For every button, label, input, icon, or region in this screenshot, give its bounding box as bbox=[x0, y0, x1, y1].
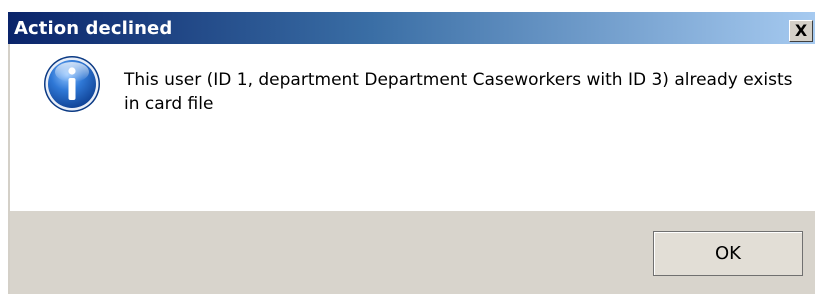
message-text: This user (ID 1, department Department C… bbox=[124, 70, 793, 114]
window-top-edge bbox=[0, 0, 815, 12]
message-dialog: Action declined X This user (ID 1, depar… bbox=[0, 0, 815, 294]
title-bar[interactable]: Action declined X bbox=[8, 12, 815, 44]
button-bar: OK bbox=[10, 211, 815, 294]
close-icon: X bbox=[794, 21, 808, 40]
info-icon bbox=[44, 56, 100, 112]
close-button[interactable]: X bbox=[789, 20, 813, 42]
dialog-title: Action declined bbox=[14, 18, 173, 39]
ok-button[interactable]: OK bbox=[653, 231, 803, 276]
ok-button-label: OK bbox=[715, 243, 741, 264]
